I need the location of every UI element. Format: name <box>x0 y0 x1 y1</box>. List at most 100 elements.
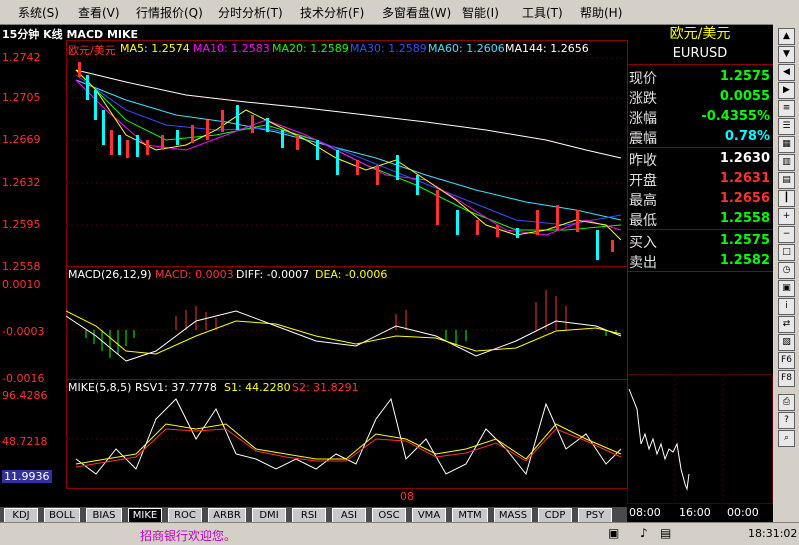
stats-icon[interactable]: ▧ <box>778 334 795 351</box>
candle <box>376 165 379 185</box>
menu-bar: 系统(S) 查看(V) 行情报价(Q) 分时分析(T) 技术分析(F) 多窗看盘… <box>0 0 799 25</box>
tab-boll[interactable]: BOLL <box>44 508 80 523</box>
window-icon[interactable]: □ <box>778 244 795 261</box>
quote-key: 涨幅 <box>629 111 657 127</box>
quote-key: 涨跌 <box>629 91 657 107</box>
mini-time-label: 08:00 <box>629 506 661 519</box>
quote-value: 1.2558 <box>719 211 770 226</box>
info-icon[interactable]: i <box>778 298 795 315</box>
candle <box>126 140 129 158</box>
clock-icon[interactable]: ◷ <box>778 262 795 279</box>
tab-roc[interactable]: ROC <box>168 508 202 523</box>
candle <box>136 135 139 157</box>
right-toolbar: ▲ ▼ ◀ ▶ ≡ ☰ ▦ ▥ ▤ ┃ + − □ ◷ ▣ i ⇄ ▧ F6 F… <box>773 24 799 522</box>
f8-icon[interactable]: F8 <box>778 370 795 387</box>
candle <box>336 150 339 175</box>
menu-system[interactable]: 系统(S) <box>18 4 59 21</box>
menu-quotes[interactable]: 行情报价(Q) <box>136 4 203 21</box>
mini-intraday-chart[interactable] <box>627 374 773 504</box>
arrow-left-icon[interactable]: ◀ <box>778 64 795 81</box>
dea-line <box>66 310 622 355</box>
tab-psy[interactable]: PSY <box>578 508 612 523</box>
quote-row-ask: 卖出 1.2582 <box>627 250 773 271</box>
network-icon[interactable]: ▤ <box>660 526 671 540</box>
tab-cdp[interactable]: CDP <box>538 508 572 523</box>
macd-axis-label: 0.0010 <box>2 278 41 291</box>
price-axis-label: 1.2632 <box>2 176 41 189</box>
arrow-down-icon[interactable]: ▼ <box>778 46 795 63</box>
candle <box>356 160 359 175</box>
menu-timeshare[interactable]: 分时分析(T) <box>218 4 283 21</box>
news-icon[interactable]: ≡ <box>778 100 795 117</box>
arrow-right-icon[interactable]: ▶ <box>778 82 795 99</box>
tab-rsi[interactable]: RSI <box>292 508 326 523</box>
tab-mtm[interactable]: MTM <box>452 508 488 523</box>
candle <box>176 130 179 145</box>
candle <box>496 225 499 237</box>
quote-value: 1.2575 <box>719 69 770 84</box>
menu-view[interactable]: 查看(V) <box>78 4 120 21</box>
mike-chart-svg <box>66 397 626 476</box>
tab-asi[interactable]: ASI <box>332 508 366 523</box>
quote-row-change: 涨跌 0.0055 <box>627 86 773 107</box>
menu-tools[interactable]: 工具(T) <box>522 4 563 21</box>
menu-smart[interactable]: 智能(I) <box>462 4 499 21</box>
chart-icon[interactable]: ▥ <box>778 154 795 171</box>
print-icon[interactable]: ⎙ <box>778 394 795 411</box>
candle <box>78 62 81 77</box>
candle <box>296 135 299 150</box>
candle <box>416 175 419 195</box>
save-icon[interactable]: ▣ <box>778 280 795 297</box>
tab-dmi[interactable]: DMI <box>252 508 286 523</box>
candle <box>251 115 254 133</box>
monitor-icon[interactable]: ▣ <box>608 526 619 540</box>
mini-time-label: 00:00 <box>727 506 759 519</box>
price-axis-label: 1.2595 <box>2 218 41 231</box>
arrow-up-icon[interactable]: ▲ <box>778 28 795 45</box>
zoom-in-icon[interactable]: + <box>778 208 795 225</box>
candle <box>516 228 519 238</box>
quote-key: 震幅 <box>629 131 657 147</box>
tab-arbr[interactable]: ARBR <box>208 508 246 523</box>
price-chart-svg <box>66 57 626 260</box>
quote-title: 欧元/美元 <box>669 26 731 42</box>
tab-kdj[interactable]: KDJ <box>4 508 38 523</box>
s1-line <box>75 423 622 465</box>
quote-value: 1.2656 <box>719 191 770 206</box>
candle <box>110 130 113 155</box>
candle <box>94 90 97 120</box>
tab-vma[interactable]: VMA <box>412 508 446 523</box>
candle <box>281 130 284 148</box>
mike-axis-label: 96.4286 <box>2 389 48 402</box>
candle <box>236 105 239 130</box>
candle <box>102 110 105 145</box>
candle-icon[interactable]: ┃ <box>778 190 795 207</box>
menu-technical[interactable]: 技术分析(F) <box>300 4 364 21</box>
zoom-out-icon[interactable]: − <box>778 226 795 243</box>
tab-bias[interactable]: BIAS <box>86 508 122 523</box>
quote-value: 1.2630 <box>719 151 770 166</box>
ma144-line <box>75 69 622 159</box>
quote-row-high: 最高 1.2656 <box>627 188 773 209</box>
candle <box>266 118 269 132</box>
tab-mass[interactable]: MASS <box>494 508 532 523</box>
table-icon[interactable]: ▤ <box>778 172 795 189</box>
menu-help[interactable]: 帮助(H) <box>580 4 622 21</box>
candle <box>611 240 614 252</box>
tab-osc[interactable]: OSC <box>372 508 406 523</box>
compare-icon[interactable]: ⇄ <box>778 316 795 333</box>
grid-icon[interactable]: ▦ <box>778 136 795 153</box>
candle <box>316 140 319 160</box>
speaker-icon[interactable]: ♪ <box>640 526 648 540</box>
quote-row-pct: 涨幅 -0.4355% <box>627 106 773 127</box>
f6-icon[interactable]: F6 <box>778 352 795 369</box>
quote-value: 1.2575 <box>719 233 770 248</box>
quote-value: 0.78% <box>724 129 770 144</box>
list-icon[interactable]: ☰ <box>778 118 795 135</box>
help-icon[interactable]: ? <box>778 412 795 429</box>
quote-key: 最低 <box>629 213 657 229</box>
menu-multi-window[interactable]: 多窗看盘(W) <box>382 4 451 21</box>
tab-mike[interactable]: MIKE <box>128 508 162 523</box>
mike-axis-label: 11.9936 <box>2 470 52 483</box>
search-icon[interactable]: ⌕ <box>778 430 795 447</box>
